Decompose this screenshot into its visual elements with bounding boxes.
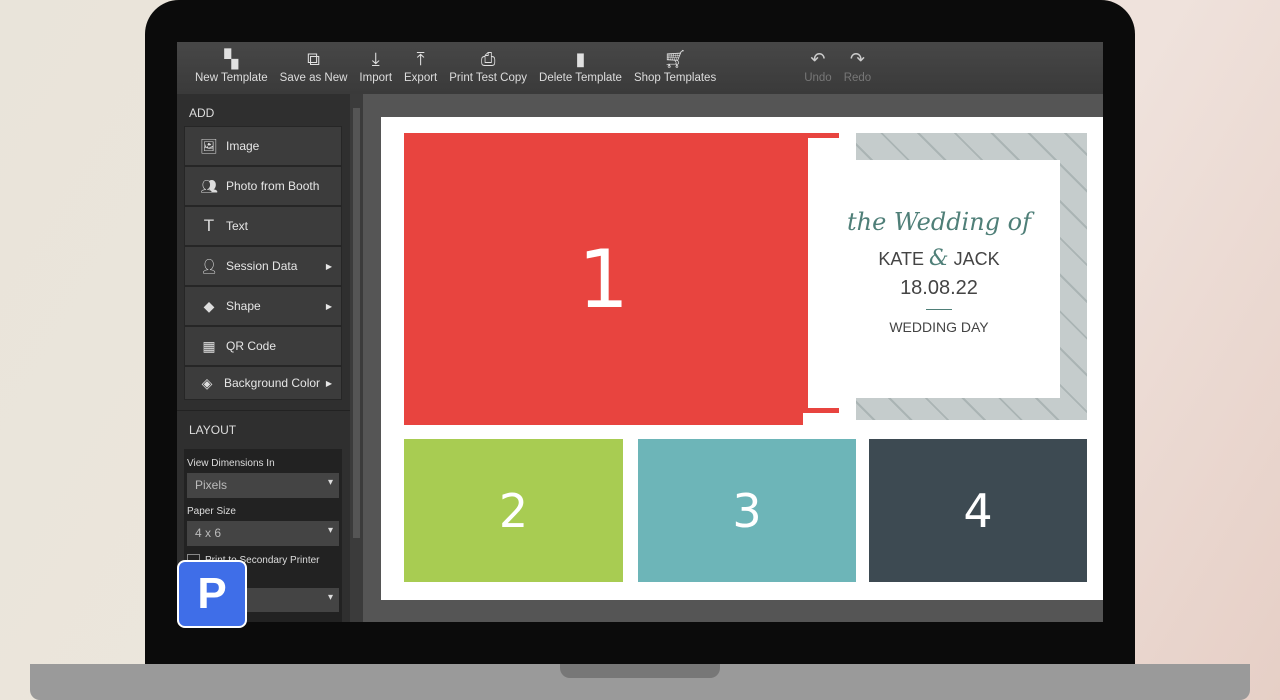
export-button[interactable]: ⤒ Export <box>404 42 437 84</box>
app-logo: P <box>177 560 247 628</box>
paper-size-label: Paper Size <box>187 506 236 517</box>
view-dimensions-select[interactable]: Pixels <box>187 473 339 498</box>
paint-bucket-icon: ◈ <box>201 374 213 391</box>
photo-slot-3[interactable]: 3 <box>638 439 856 582</box>
trash-icon: ▮ <box>575 49 586 69</box>
add-section-title: ADD <box>189 106 215 120</box>
shop-templates-button[interactable]: 🛒︎ Shop Templates <box>634 42 716 84</box>
undo-icon: ↶ <box>810 49 826 69</box>
card-caption: WEDDING DAY <box>889 319 989 335</box>
undo-button[interactable]: ↶ Undo <box>804 42 832 84</box>
submenu-arrow-icon: ▶ <box>325 261 332 271</box>
add-image-button[interactable]: 🖼︎ Image <box>184 126 342 166</box>
card-divider <box>926 309 952 310</box>
text-icon: T <box>203 216 215 235</box>
toolbar: ▚ New Template ⧉ Save as New ⤓ Import ⤒ Expo… <box>177 42 1103 94</box>
background-color-button[interactable]: ◈ Background Color ▶ <box>184 366 342 400</box>
new-template-button[interactable]: ▚ New Template <box>195 42 268 84</box>
copy-icon: ⧉ <box>307 49 320 69</box>
photo-slot-2[interactable]: 2 <box>404 439 623 582</box>
delete-template-button[interactable]: ▮ Delete Template <box>539 42 622 84</box>
redo-button[interactable]: ↷ Redo <box>844 42 872 84</box>
photo-slot-1[interactable]: 1 <box>404 133 803 425</box>
submenu-arrow-icon: ▶ <box>325 378 332 388</box>
cart-icon: 🛒︎ <box>663 49 687 69</box>
add-qr-code-button[interactable]: ▦ QR Code <box>184 326 342 366</box>
template-icon: ▚ <box>224 49 239 69</box>
scrollbar-thumb[interactable] <box>353 108 360 538</box>
template-canvas: 1 the Wedding of KATE & JACK 18.08.22 WE… <box>381 117 1103 600</box>
photo-slot-4[interactable]: 4 <box>869 439 1087 582</box>
laptop-base <box>30 664 1250 700</box>
card-script-title: the Wedding of <box>846 208 1032 236</box>
wedding-card[interactable]: the Wedding of KATE & JACK 18.08.22 WEDD… <box>818 160 1060 398</box>
image-icon: 🖼︎ <box>200 137 218 154</box>
laptop-notch <box>560 664 720 678</box>
sidebar-scrollbar[interactable] <box>350 94 363 622</box>
download-icon: ⤓ <box>371 49 380 69</box>
card-names: KATE & JACK <box>878 246 1000 271</box>
layout-section-title: LAYOUT <box>177 410 350 443</box>
app-window: ▚ New Template ⧉ Save as New ⤓ Import ⤒ Expo… <box>177 42 1103 622</box>
add-session-data-button[interactable]: 👤︎ Session Data ▶ <box>184 246 342 286</box>
shape-icon: ◆ <box>203 297 215 314</box>
people-icon: 👥︎ <box>200 177 218 194</box>
submenu-arrow-icon: ▶ <box>325 301 332 311</box>
redo-icon: ↷ <box>849 49 865 69</box>
paper-size-select[interactable]: 4 x 6 <box>187 521 339 546</box>
print-test-copy-button[interactable]: ⎙ Print Test Copy <box>449 42 527 84</box>
upload-icon: ⤒ <box>416 49 425 69</box>
sidebar: ADD 🖼︎ Image 👥︎ Photo from Booth T Text 👤︎ S… <box>177 94 350 622</box>
view-dimensions-label: View Dimensions In <box>187 458 275 469</box>
session-icon: 👤︎ <box>200 257 218 274</box>
save-as-new-button[interactable]: ⧉ Save as New <box>280 42 348 84</box>
card-date: 18.08.22 <box>900 277 978 299</box>
add-shape-button[interactable]: ◆ Shape ▶ <box>184 286 342 326</box>
add-photo-from-booth-button[interactable]: 👥︎ Photo from Booth <box>184 166 342 206</box>
printer-icon: ⎙ <box>480 49 496 69</box>
import-button[interactable]: ⤓ Import <box>359 42 392 84</box>
add-text-button[interactable]: T Text <box>184 206 342 246</box>
qr-code-icon: ▦ <box>202 337 216 354</box>
